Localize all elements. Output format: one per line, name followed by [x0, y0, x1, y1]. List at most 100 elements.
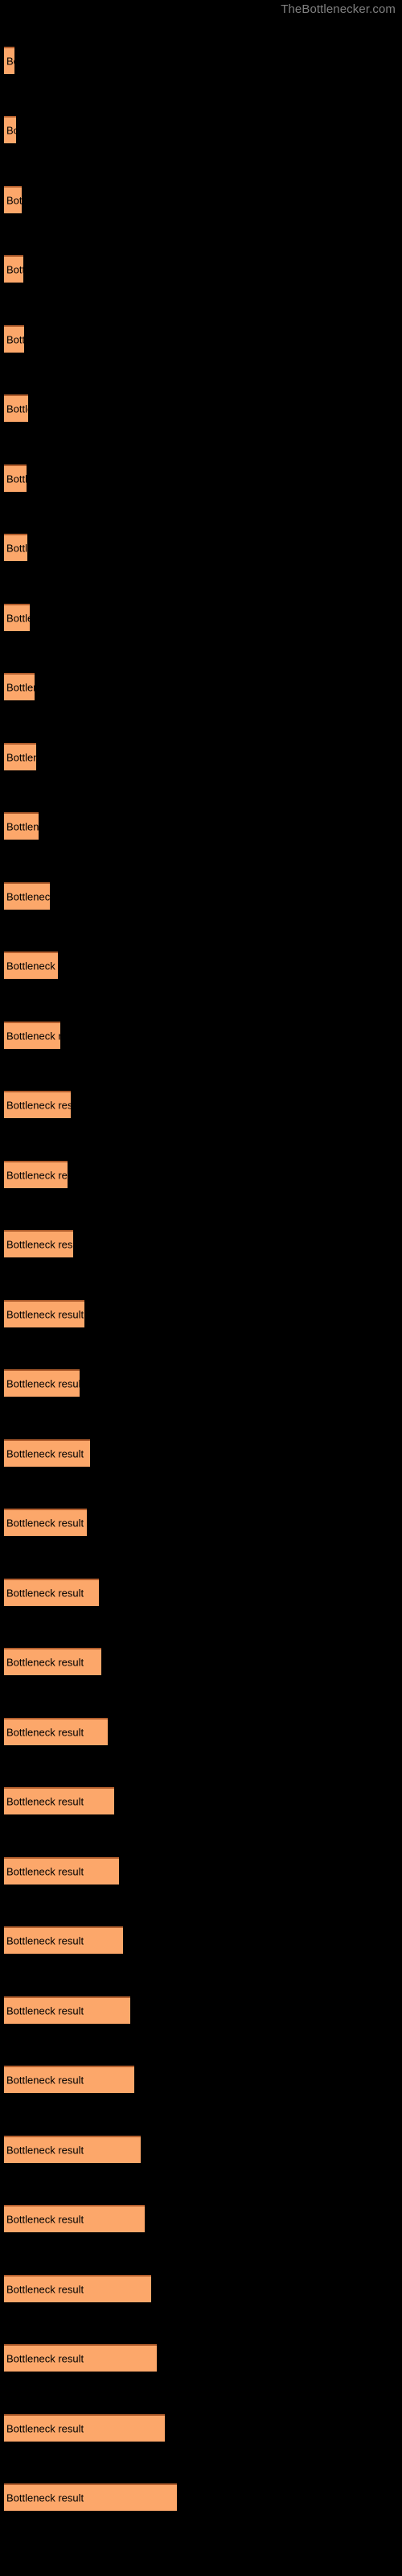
chart-bar[interactable]: Bottleneck result: [4, 1857, 119, 1885]
chart-bar[interactable]: Bottleneck result: [4, 1996, 130, 2024]
bar-label: Bottleneck result: [6, 820, 39, 833]
bar-row: Bottleneck result: [4, 2136, 141, 2163]
chart-bar[interactable]: Bottleneck result: [4, 1648, 101, 1675]
chart-bar[interactable]: Bottleneck result: [4, 1718, 108, 1745]
bar-row: Bottleneck result: [4, 394, 28, 422]
bar-row: Bottleneck result: [4, 1439, 90, 1467]
bar-row: Bottleneck result: [4, 1787, 114, 1814]
chart-bar[interactable]: Bottleneck result: [4, 255, 23, 283]
bar-label: Bottleneck result: [6, 2491, 84, 2504]
bar-row: Bottleneck result: [4, 604, 30, 631]
chart-bar[interactable]: Bottleneck result: [4, 394, 28, 422]
chart-bar[interactable]: Bottleneck result: [4, 673, 35, 700]
chart-bar[interactable]: Bottleneck result: [4, 2483, 177, 2511]
bar-label: Bottleneck result: [6, 2422, 84, 2435]
bar-row: Bottleneck result: [4, 743, 36, 770]
bar-label: Bottleneck result: [6, 542, 27, 555]
chart-bar[interactable]: Bottleneck result: [4, 812, 39, 840]
chart-bar[interactable]: Bottleneck result: [4, 116, 16, 143]
bar-row: Bottleneck result: [4, 47, 14, 74]
bar-label: Bottleneck result: [6, 1169, 68, 1182]
bar-row: Bottleneck result: [4, 1648, 101, 1675]
bar-label: Bottleneck result: [6, 1377, 80, 1390]
bar-label: Bottleneck result: [6, 1030, 60, 1042]
bar-label: Bottleneck result: [6, 2283, 84, 2296]
bar-row: Bottleneck result: [4, 1300, 84, 1327]
bar-row: Bottleneck result: [4, 2414, 165, 2442]
bar-label: Bottleneck result: [6, 55, 14, 68]
bar-row: Bottleneck result: [4, 2483, 177, 2511]
bar-label: Bottleneck result: [6, 1099, 71, 1112]
chart-bar[interactable]: Bottleneck result: [4, 186, 22, 213]
bar-row: Bottleneck result: [4, 186, 22, 213]
bar-row: Bottleneck result: [4, 1996, 130, 2024]
bottleneck-bar-chart: Bottleneck result Bottleneck result Bottle…: [0, 0, 402, 2576]
chart-bar[interactable]: Bottleneck result: [4, 743, 36, 770]
bar-label: Bottleneck result: [6, 1587, 84, 1600]
bar-label: Bottleneck result: [6, 1934, 84, 1947]
bar-label: Bottleneck result: [6, 2074, 84, 2087]
bar-label: Bottleneck result: [6, 1726, 84, 1739]
chart-bar[interactable]: Bottleneck result: [4, 2414, 165, 2442]
chart-bar[interactable]: Bottleneck result: [4, 1161, 68, 1188]
bar-label: Bottleneck result: [6, 402, 28, 415]
chart-bar[interactable]: Bottleneck result: [4, 1787, 114, 1814]
bar-row: Bottleneck result: [4, 2205, 145, 2232]
chart-bar[interactable]: Bottleneck result: [4, 47, 14, 74]
chart-bar[interactable]: Bottleneck result: [4, 1509, 87, 1536]
chart-bar[interactable]: Bottleneck result: [4, 882, 50, 910]
bar-row: Bottleneck result: [4, 1161, 68, 1188]
bar-label: Bottleneck result: [6, 1238, 73, 1251]
bar-label: Bottleneck result: [6, 194, 22, 207]
chart-bar[interactable]: Bottleneck result: [4, 1022, 60, 1049]
bar-label: Bottleneck result: [6, 890, 50, 903]
bar-row: Bottleneck result: [4, 1091, 71, 1118]
chart-bar[interactable]: Bottleneck result: [4, 1369, 80, 1397]
bar-label: Bottleneck result: [6, 473, 27, 485]
chart-bar[interactable]: Bottleneck result: [4, 2205, 145, 2232]
bar-row: Bottleneck result: [4, 325, 24, 353]
bar-row: Bottleneck result: [4, 1718, 108, 1745]
chart-bar[interactable]: Bottleneck result: [4, 2344, 157, 2372]
bar-row: Bottleneck result: [4, 1022, 60, 1049]
bar-label: Bottleneck result: [6, 2004, 84, 2017]
bar-row: Bottleneck result: [4, 1579, 99, 1606]
chart-bar[interactable]: Bottleneck result: [4, 2136, 141, 2163]
chart-bar[interactable]: Bottleneck result: [4, 1926, 123, 1954]
bar-label: Bottleneck result: [6, 124, 16, 137]
chart-bar[interactable]: Bottleneck result: [4, 1091, 71, 1118]
bar-label: Bottleneck result: [6, 2213, 84, 2226]
bar-label: Bottleneck result: [6, 751, 36, 764]
bar-row: Bottleneck result: [4, 1926, 123, 1954]
bar-row: Bottleneck result: [4, 464, 27, 492]
bar-row: Bottleneck result: [4, 673, 35, 700]
bar-label: Bottleneck result: [6, 1308, 84, 1321]
bar-row: Bottleneck result: [4, 1857, 119, 1885]
bar-row: Bottleneck result: [4, 952, 58, 979]
chart-bar[interactable]: Bottleneck result: [4, 1579, 99, 1606]
bar-label: Bottleneck result: [6, 681, 35, 694]
bar-label: Bottleneck result: [6, 1865, 84, 1878]
bar-label: Bottleneck result: [6, 612, 30, 625]
bar-row: Bottleneck result: [4, 116, 16, 143]
chart-bar[interactable]: Bottleneck result: [4, 464, 27, 492]
chart-bar[interactable]: Bottleneck result: [4, 1230, 73, 1257]
bar-row: Bottleneck result: [4, 1230, 73, 1257]
chart-bar[interactable]: Bottleneck result: [4, 604, 30, 631]
chart-bar[interactable]: Bottleneck result: [4, 1439, 90, 1467]
chart-bar[interactable]: Bottleneck result: [4, 325, 24, 353]
bar-label: Bottleneck result: [6, 333, 24, 346]
bar-label: Bottleneck result: [6, 1447, 84, 1460]
chart-bar[interactable]: Bottleneck result: [4, 952, 58, 979]
bar-label: Bottleneck result: [6, 960, 58, 972]
bar-row: Bottleneck result: [4, 534, 27, 561]
chart-bar[interactable]: Bottleneck result: [4, 2066, 134, 2093]
bar-label: Bottleneck result: [6, 1656, 84, 1669]
chart-bar[interactable]: Bottleneck result: [4, 1300, 84, 1327]
bar-label: Bottleneck result: [6, 1517, 84, 1530]
bar-row: Bottleneck result: [4, 255, 23, 283]
bar-row: Bottleneck result: [4, 2275, 151, 2302]
chart-bar[interactable]: Bottleneck result: [4, 2275, 151, 2302]
chart-bar[interactable]: Bottleneck result: [4, 534, 27, 561]
bar-row: Bottleneck result: [4, 882, 50, 910]
